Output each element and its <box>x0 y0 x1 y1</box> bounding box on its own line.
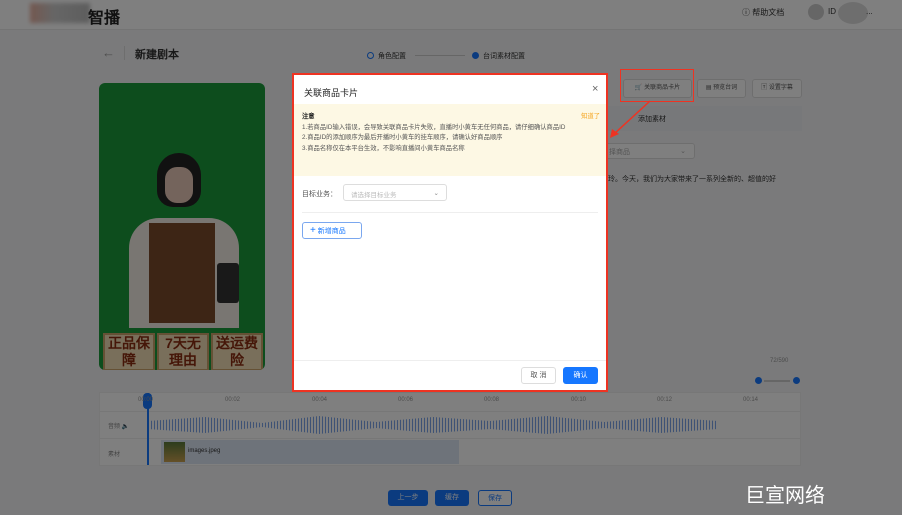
dismiss-link[interactable]: 知道了 <box>581 112 600 123</box>
divider <box>302 212 598 213</box>
chevron-down-icon: ⌄ <box>433 190 439 197</box>
add-product-label: 新增商品 <box>317 228 346 235</box>
notice-item: 2.商品ID的添加顺序为最后开播时小黄车的挂车顺序，请确认好商品顺序 <box>302 134 503 141</box>
notice-title: 注意 <box>302 113 315 120</box>
modal-title: 关联商品卡片 <box>304 88 359 98</box>
target-placeholder: 请选择目标业务 <box>351 192 397 199</box>
notice-panel: 注意 知道了 1.若商品ID输入错误，会导致关联商品卡片失败，直播时小黄车无任何… <box>294 104 606 176</box>
target-business-select[interactable]: 请选择目标业务 ⌄ <box>343 184 447 201</box>
cancel-button[interactable]: 取 消 <box>521 367 556 384</box>
plus-icon: + <box>310 225 316 236</box>
divider <box>294 360 606 361</box>
add-product-button[interactable]: + 新增商品 <box>302 222 362 239</box>
watermark: 巨宣网络 <box>745 485 825 507</box>
annotation-arrow <box>610 100 651 138</box>
confirm-button[interactable]: 确认 <box>563 367 598 384</box>
notice-item: 1.若商品ID输入错误，会导致关联商品卡片失败，直播时小黄车无任何商品，请仔细确… <box>302 123 566 131</box>
notice-item: 3.商品名称仅在本平台生效，不影响直播间小黄车商品名称 <box>302 144 465 152</box>
link-product-modal: 关联商品卡片 × 注意 知道了 1.若商品ID输入错误，会导致关联商品卡片失败，… <box>292 73 608 392</box>
close-icon[interactable]: × <box>592 83 598 95</box>
target-business-label: 目标业务： <box>302 191 337 198</box>
